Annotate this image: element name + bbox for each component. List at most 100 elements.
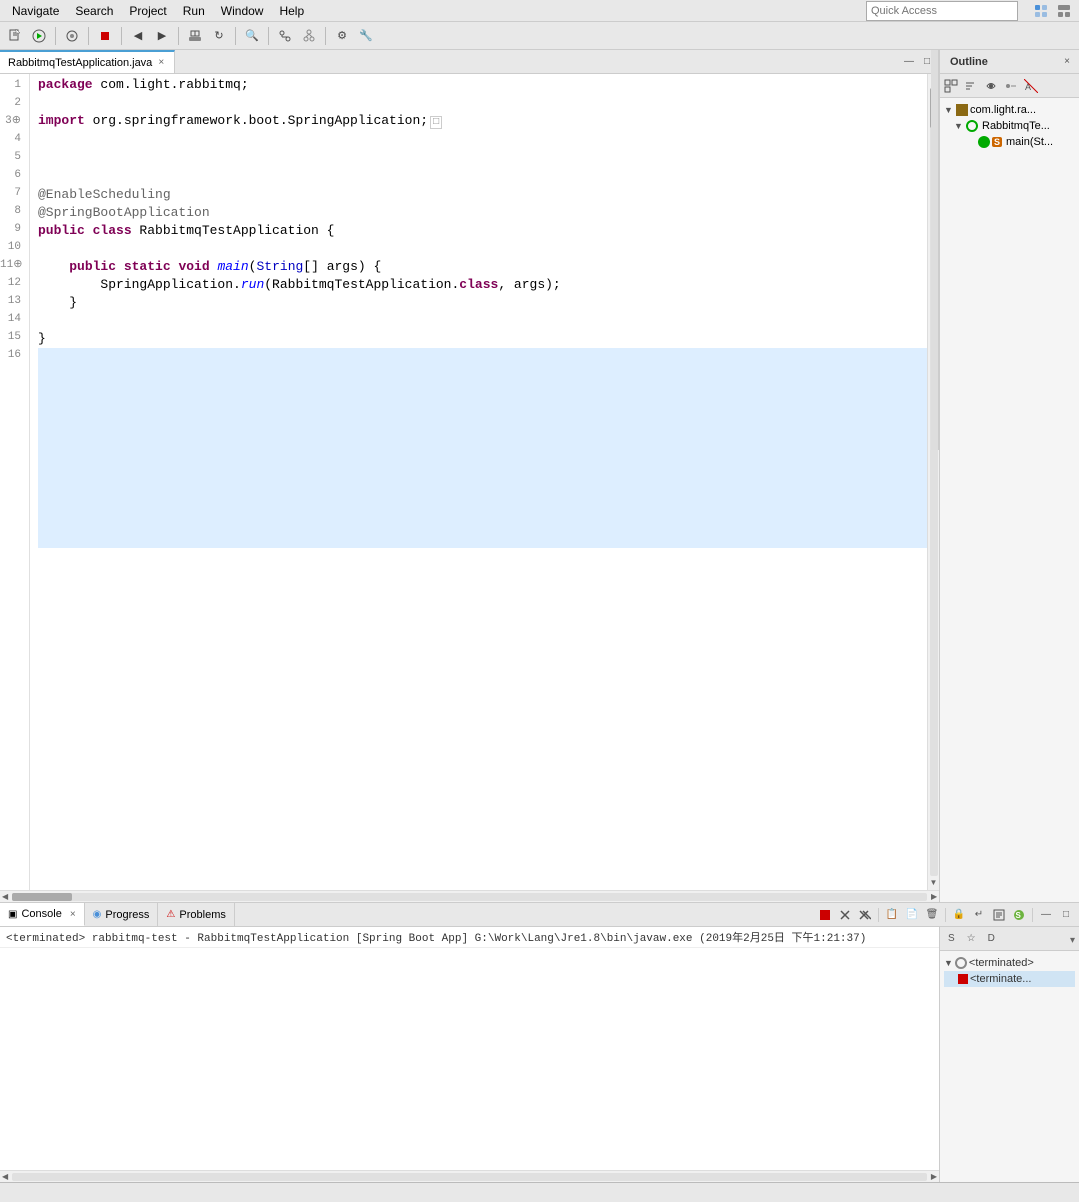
editor-body: 1 2 3⊕ 4 5 6 7 8 9 10 11⊕ 12 13 14 15 16 — [0, 74, 939, 902]
outline-expand-pkg[interactable]: ▼ — [944, 105, 954, 115]
quick-access-input[interactable] — [871, 5, 1013, 17]
scroll-down-arrow[interactable]: ▼ — [929, 878, 939, 888]
console-open-console[interactable] — [990, 906, 1008, 924]
console-word-wrap[interactable]: ↵ — [970, 906, 988, 924]
bottom-right-tabs: S ☆ D ▾ — [940, 927, 1079, 951]
toolbar-refresh[interactable]: ↻ — [208, 25, 230, 47]
console-remove[interactable] — [836, 906, 854, 924]
outline-collapse-all[interactable] — [942, 77, 960, 95]
outline-tab-label[interactable]: Outline — [944, 54, 994, 70]
toolbar-search[interactable]: 🔍 — [241, 25, 263, 47]
console-spring-icon[interactable]: S — [1010, 906, 1028, 924]
code-line-14 — [38, 312, 927, 330]
bottom-right-menu[interactable]: ▾ — [1070, 935, 1075, 946]
console-hscroll[interactable]: ◀ ▶ — [0, 1170, 939, 1182]
toolbar-extra2[interactable]: 🔧 — [355, 25, 377, 47]
console-tab[interactable]: ▣ Console × — [0, 903, 85, 926]
console-copy[interactable]: 📋 — [883, 906, 901, 924]
console-remove-all[interactable] — [856, 906, 874, 924]
console-clear[interactable]: 🗑 — [923, 906, 941, 924]
toolbar-back[interactable]: ◀ — [127, 25, 149, 47]
menu-run[interactable]: Run — [175, 2, 213, 20]
console-scroll-lock[interactable]: 🔒 — [950, 906, 968, 924]
outline-toolbar: A — [940, 74, 1079, 98]
bottom-right-controls: ▾ — [1070, 932, 1075, 946]
toolbar-build[interactable] — [184, 25, 206, 47]
tab-label: RabbitmqTestApplication.java — [8, 57, 152, 69]
quick-access-box[interactable] — [866, 1, 1018, 21]
ln-9: 9 — [0, 220, 25, 238]
terminated-sub-item[interactable]: <terminate... — [944, 971, 1075, 987]
console-icon: ▣ — [8, 909, 17, 920]
console-paste[interactable]: 📄 — [903, 906, 921, 924]
editor-hscroll[interactable]: ◀ ▶ — [0, 890, 939, 902]
menu-navigate[interactable]: Navigate — [4, 2, 67, 20]
menu-help[interactable]: Help — [271, 2, 312, 20]
terminated-expand[interactable]: ▼ <terminated> — [944, 955, 1075, 971]
outline-item-class[interactable]: ▼ RabbitmqTe... — [940, 118, 1079, 134]
terminated-icon-outer — [955, 957, 967, 969]
problems-tab-label: Problems — [179, 909, 225, 921]
console-tab-label: Console — [21, 908, 61, 920]
menu-search[interactable]: Search — [67, 2, 121, 20]
hscroll-left[interactable]: ◀ — [0, 892, 10, 902]
console-hscroll-right[interactable]: ▶ — [929, 1172, 939, 1181]
console-terminate[interactable] — [816, 906, 834, 924]
outline-expand-class[interactable]: ▼ — [954, 121, 964, 131]
editor-tab[interactable]: RabbitmqTestApplication.java × — [0, 50, 175, 73]
menu-project[interactable]: Project — [121, 2, 174, 20]
console-maximize[interactable]: □ — [1057, 906, 1075, 924]
console-tab-close[interactable]: × — [70, 909, 76, 920]
ln-15: 15 — [0, 328, 25, 346]
code-line-15: } — [38, 330, 927, 348]
console-hscroll-track[interactable] — [12, 1173, 927, 1181]
outline-item-package[interactable]: ▼ com.light.ra... — [940, 102, 1079, 118]
bottom-right-content: ▼ <terminated> <terminate... — [940, 951, 1079, 1182]
console-output[interactable] — [0, 948, 939, 1170]
toolbar-play[interactable] — [28, 25, 50, 47]
outline-resize-handle[interactable] — [931, 50, 939, 450]
toolbar-stop[interactable] — [94, 25, 116, 47]
menu-window[interactable]: Window — [213, 2, 272, 20]
outline-hide-fields[interactable] — [1002, 77, 1020, 95]
outline-class-label: RabbitmqTe... — [982, 120, 1050, 132]
tab-close-btn[interactable]: × — [156, 57, 166, 68]
outline-sync[interactable] — [982, 77, 1000, 95]
package-icon — [956, 104, 968, 116]
problems-tab[interactable]: ⚠ Problems — [158, 903, 234, 926]
ln-8: 8 — [0, 202, 25, 220]
hscroll-track[interactable] — [12, 893, 927, 901]
toolbar-git1[interactable] — [274, 25, 296, 47]
view-btn[interactable] — [1053, 0, 1075, 22]
console-sep3 — [1032, 908, 1033, 922]
outline-hide-nonpublic[interactable]: A — [1022, 77, 1040, 95]
class-icon — [966, 120, 978, 132]
console-minimize[interactable]: — — [1037, 906, 1055, 924]
ln-2: 2 — [0, 94, 25, 112]
perspective-btn[interactable] — [1030, 0, 1052, 22]
toolbar-forward[interactable]: ▶ — [151, 25, 173, 47]
toolbar-git2[interactable] — [298, 25, 320, 47]
hscroll-right[interactable]: ▶ — [929, 892, 939, 902]
toolbar-extra1[interactable]: ⚙ — [331, 25, 353, 47]
code-content[interactable]: package com.light.rabbitmq; import org.s… — [30, 74, 927, 890]
minimize-editor-btn[interactable]: — — [901, 54, 917, 70]
toolbar-debug[interactable] — [61, 25, 83, 47]
ln-10: 10 — [0, 238, 25, 256]
console-hscroll-left[interactable]: ◀ — [0, 1172, 10, 1181]
bottom-main: <terminated> rabbitmq-test - RabbitmqTes… — [0, 927, 939, 1182]
code-line-8: @SpringBootApplication — [38, 204, 927, 222]
bottom-tab-star[interactable]: ☆ — [963, 931, 980, 946]
outline-sort[interactable] — [962, 77, 980, 95]
toolbar-sep-3 — [121, 27, 122, 45]
code-line-3: import org.springframework.boot.SpringAp… — [38, 112, 927, 132]
outline-item-method[interactable]: S main(St... — [940, 134, 1079, 150]
bottom-area: ▣ Console × ◉ Progress ⚠ Problems 📋 📄 — [0, 902, 1079, 1182]
outline-method-label: main(St... — [1006, 136, 1053, 148]
bottom-tab-d[interactable]: D — [984, 931, 999, 946]
progress-tab[interactable]: ◉ Progress — [85, 903, 159, 926]
bottom-tab-s[interactable]: S — [944, 931, 959, 946]
hscroll-thumb[interactable] — [12, 893, 72, 901]
outline-close-btn[interactable]: × — [1059, 54, 1075, 70]
toolbar-new[interactable] — [4, 25, 26, 47]
